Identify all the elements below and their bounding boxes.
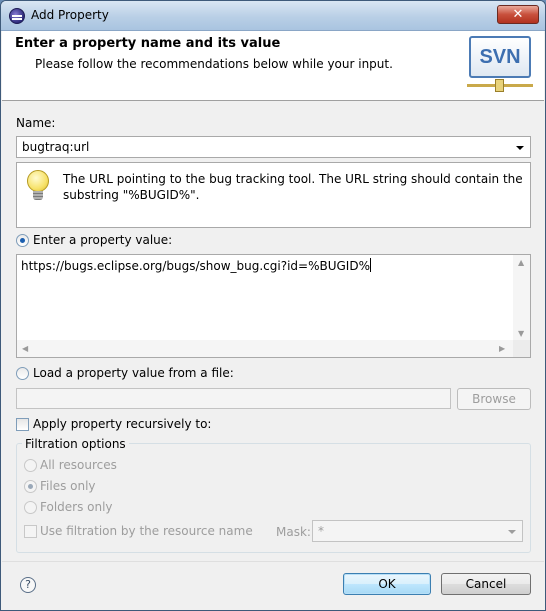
name-label: Name: <box>16 116 56 130</box>
eclipse-icon <box>9 8 25 24</box>
ok-button[interactable]: OK <box>343 573 431 595</box>
use-name-filter-label[interactable]: Use filtration by the resource name <box>40 524 253 538</box>
help-icon[interactable]: ? <box>20 577 36 593</box>
scroll-up-icon[interactable]: ▲ <box>518 258 524 267</box>
scroll-down-icon[interactable]: ▼ <box>518 329 524 338</box>
property-description: The URL pointing to the bug tracking too… <box>16 162 531 228</box>
mask-label: Mask: <box>276 525 311 539</box>
folders-only-radio[interactable] <box>24 501 37 514</box>
filtration-options-title: Filtration options <box>22 437 129 451</box>
property-value-textarea[interactable]: https://bugs.eclipse.org/bugs/show_bug.c… <box>16 254 531 358</box>
load-from-file-radio[interactable] <box>16 367 29 380</box>
mask-combo[interactable]: * <box>312 520 523 542</box>
description-text: The URL pointing to the bug tracking too… <box>63 172 523 202</box>
browse-button[interactable]: Browse <box>457 388 531 410</box>
banner-subtitle: Please follow the recommendations below … <box>35 57 393 71</box>
name-combo[interactable]: bugtraq:url <box>16 136 531 158</box>
load-from-file-label[interactable]: Load a property value from a file: <box>33 366 234 380</box>
folders-only-label[interactable]: Folders only <box>40 500 113 514</box>
horizontal-scrollbar[interactable]: ◀ ▶ <box>17 340 513 357</box>
mask-value: * <box>318 524 324 538</box>
window-title: Add Property <box>31 8 109 22</box>
file-path-input[interactable] <box>16 388 451 409</box>
close-button[interactable]: ✕ <box>497 5 539 24</box>
svn-logo-knob <box>495 79 504 92</box>
scroll-corner <box>513 340 530 357</box>
files-only-label[interactable]: Files only <box>40 479 96 493</box>
svn-logo: SVN <box>467 34 533 96</box>
apply-recursively-label[interactable]: Apply property recursively to: <box>33 417 211 431</box>
property-value-text[interactable]: https://bugs.eclipse.org/bugs/show_bug.c… <box>21 258 371 273</box>
enter-value-radio[interactable] <box>16 234 29 247</box>
chevron-down-icon[interactable] <box>516 146 524 150</box>
enter-value-label[interactable]: Enter a property value: <box>33 233 172 247</box>
name-value: bugtraq:url <box>22 140 90 154</box>
all-resources-label[interactable]: All resources <box>40 458 117 472</box>
scroll-right-icon[interactable]: ▶ <box>499 344 505 353</box>
svn-logo-text: SVN <box>469 36 531 78</box>
chevron-down-icon[interactable] <box>508 530 516 534</box>
add-property-dialog: Add Property ✕ Enter a property name and… <box>0 0 546 611</box>
title-bar[interactable]: Add Property ✕ <box>1 1 545 31</box>
files-only-radio[interactable] <box>24 480 37 493</box>
scroll-left-icon[interactable]: ◀ <box>22 344 28 353</box>
all-resources-radio[interactable] <box>24 459 37 472</box>
apply-recursively-checkbox[interactable] <box>16 418 29 431</box>
use-name-filter-checkbox[interactable] <box>24 525 37 538</box>
header-banner: Enter a property name and its value Plea… <box>2 31 544 101</box>
lightbulb-icon <box>26 170 50 202</box>
cancel-button[interactable]: Cancel <box>441 573 531 595</box>
footer-separator <box>2 561 544 562</box>
banner-title: Enter a property name and its value <box>15 36 281 51</box>
vertical-scrollbar[interactable]: ▲ ▼ <box>513 255 530 341</box>
